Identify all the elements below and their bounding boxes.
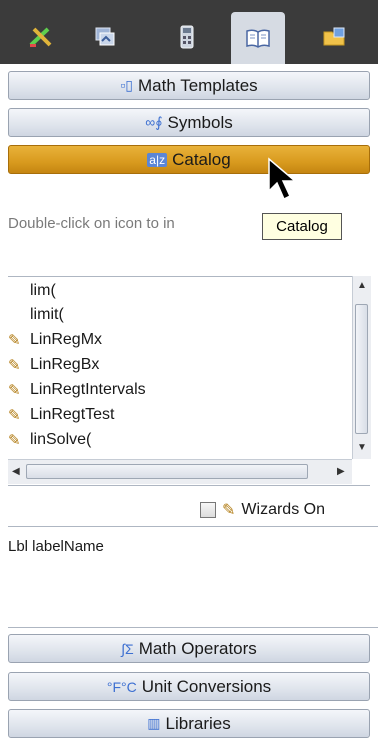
catalog-hint: Double-click on icon to in	[8, 215, 175, 232]
vertical-scroll-thumb[interactable]	[355, 304, 368, 434]
wizard-wand-icon: ✎	[222, 502, 236, 519]
scratchpad-icon	[29, 27, 52, 47]
tab-scratchpad[interactable]	[14, 12, 68, 62]
wizard-wand-icon: ✎	[8, 407, 21, 424]
document-tools-icon	[95, 27, 115, 46]
folder-icon	[323, 27, 345, 46]
book-icon	[246, 29, 270, 48]
wizards-toggle[interactable]: ✎ Wizards On	[200, 495, 325, 525]
list-item[interactable]: ✎ LinRegtTest	[8, 403, 115, 427]
symbols-header[interactable]: ∞∮ Symbols	[8, 108, 370, 137]
catalog-icon: a|z	[147, 152, 168, 167]
list-item[interactable]: ✎ LinRegMx	[8, 328, 102, 352]
libraries-header[interactable]: ▥ Libraries	[8, 709, 370, 738]
unit-conversions-label: Unit Conversions	[141, 676, 272, 696]
wizards-checkbox[interactable]	[200, 502, 216, 518]
math-templates-label: Math Templates	[137, 75, 258, 95]
libraries-label: Libraries	[165, 713, 231, 733]
catalog-header[interactable]: a|z Catalog	[8, 145, 370, 174]
wizard-wand-icon: ✎	[8, 432, 21, 449]
divider	[8, 526, 378, 527]
list-item[interactable]: limit(	[8, 303, 64, 327]
symbols-label: Symbols	[167, 112, 233, 132]
tab-calculator[interactable]	[160, 12, 214, 62]
unit-conversions-header[interactable]: °F°C Unit Conversions	[8, 672, 370, 701]
wizards-label: Wizards On	[241, 501, 325, 518]
wizard-wand-icon: ✎	[8, 332, 21, 349]
tab-utilities[interactable]	[231, 12, 285, 64]
math-operators-header[interactable]: ∫Σ Math Operators	[8, 634, 370, 663]
wizard-wand-icon: ✎	[8, 382, 21, 399]
list-item-label: LinRegMx	[30, 331, 103, 348]
list-item-label: linSolve(	[30, 431, 92, 448]
wizard-wand-icon: ✎	[8, 357, 21, 374]
mouse-cursor-icon	[268, 157, 298, 201]
scroll-left-arrow-icon[interactable]: ◀	[12, 466, 20, 477]
list-item-label: limit(	[30, 306, 64, 323]
scroll-up-arrow-icon[interactable]: ▲	[357, 280, 367, 291]
catalog-label: Catalog	[172, 149, 231, 169]
math-operators-icon: ∫Σ	[121, 640, 134, 657]
scroll-right-arrow-icon[interactable]: ▶	[337, 466, 345, 477]
horizontal-scrollbar[interactable]: ◀ ▶	[8, 459, 352, 484]
syntax-help: Lbl labelName	[8, 538, 104, 555]
list-item[interactable]: ✎ LinRegBx	[8, 353, 99, 377]
list-item-label: lim(	[30, 282, 56, 299]
libraries-icon: ▥	[147, 715, 161, 731]
math-templates-header[interactable]: ▫▯ Math Templates	[8, 71, 370, 100]
horizontal-scroll-thumb[interactable]	[26, 464, 308, 479]
scroll-down-arrow-icon[interactable]: ▼	[357, 442, 367, 453]
symbols-icon: ∞∮	[145, 114, 163, 130]
vertical-scrollbar[interactable]: ▲ ▼	[352, 276, 371, 459]
unit-conversions-icon: °F°C	[106, 678, 137, 695]
list-item[interactable]: ✎ linSolve(	[8, 428, 91, 452]
list-item[interactable]: lim(	[8, 279, 56, 303]
list-item-label: LinRegBx	[30, 356, 100, 373]
toolbar	[0, 0, 378, 64]
math-templates-icon: ▫▯	[120, 77, 133, 93]
tooltip: Catalog	[262, 213, 342, 240]
list-item-label: LinRegtTest	[30, 406, 115, 423]
tab-document-tools[interactable]	[78, 12, 132, 62]
tab-content-explorer[interactable]	[308, 12, 362, 62]
catalog-list[interactable]: lim( limit( ✎ LinRegMx ✎ LinRegBx ✎ LinR…	[8, 276, 370, 486]
list-item-label: LinRegtIntervals	[30, 381, 146, 398]
calculator-icon	[180, 25, 194, 49]
divider	[8, 627, 378, 628]
list-item[interactable]: ✎ LinRegtIntervals	[8, 378, 146, 402]
math-operators-label: Math Operators	[138, 638, 257, 658]
